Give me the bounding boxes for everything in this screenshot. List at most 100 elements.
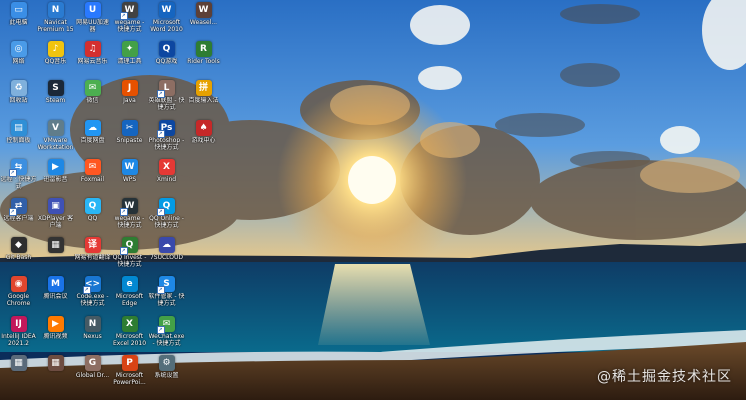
desktop-icon-wegame[interactable]: W ↗ wegame - 快捷方式 [111,2,148,40]
desktop-icon-lol[interactable]: L ↗ 英雄联盟 - 快捷方式 [148,80,185,118]
settings-icon: ⚙ [158,354,175,371]
desktop-icon-remote-desktop[interactable]: ⇆ ↗ 远程 · 快捷方式 [0,158,37,197]
desktop-icon-label: 英雄联盟 - 快捷方式 [148,97,185,112]
desktop-icon-label: 清理工具 [117,58,142,66]
desktop-icon-vmware[interactable]: V VMware Workstation [37,119,74,158]
desktop-icon-snipaste[interactable]: ✂ Snipaste [111,119,148,158]
desktop-icon-java[interactable]: J Java [111,80,148,118]
app-icon: ▦ [47,354,64,371]
desktop-icon-remote-client[interactable]: ⇄ ↗ 远程客户端 [0,198,37,236]
desktop-icon-qq[interactable]: Q QQ [74,198,111,236]
desktop-icon-wechat[interactable]: ✉ 微信 [74,80,111,118]
steam-icon: S [47,80,64,97]
desktop-icon-label: VMware Workstation [37,136,74,151]
desktop-icon-label: 7SUCLOUD [149,254,184,262]
tencent-meeting-icon: M [47,276,64,293]
desktop-icon-label: Photoshop - 快捷方式 [148,136,185,151]
desktop-icon-photoshop[interactable]: Ps ↗ Photoshop - 快捷方式 [148,119,185,158]
excel-icon: X [121,315,138,332]
qq-invest-icon: Q ↗ [119,237,138,256]
desktop-icon-qq-game[interactable]: Q QQ游戏 [148,41,185,79]
desktop-icon-cleaner[interactable]: ✦ 清理工具 [111,41,148,79]
desktop-icon-wegame[interactable]: W ↗ wegame - 快捷方式 [111,198,148,236]
desktop-icon-settings[interactable]: ⚙ 系统设置 [148,354,185,393]
desktop-icon-software-manager[interactable]: S ↗ 软件管家 - 快捷方式 [148,276,185,314]
shortcut-arrow-icon: ↗ [156,286,165,295]
desktop-icon-control-panel[interactable]: ▤ 控制面板 [0,119,37,158]
desktop-icon-powerpoint[interactable]: P Microsoft PowerPoi... [111,354,148,393]
desktop-icon-tencent-video[interactable]: ▶ 腾讯视频 [37,315,74,354]
desktop-icon-computer[interactable]: ▭ 此电脑 [0,2,37,40]
desktop-icon-tencent-meeting[interactable]: M 腾讯会议 [37,276,74,314]
desktop-icon-excel[interactable]: X Microsoft Excel 2010 [111,315,148,354]
desktop-icon-network[interactable]: ◎ 网络 [0,41,37,79]
qq-game-icon: Q [158,41,175,58]
desktop-icon-label: 软件管家 - 快捷方式 [148,293,185,308]
desktop-icon-qq-online[interactable]: Q ↗ QQ Online - 快捷方式 [148,198,185,236]
desktop-icon-grid: ▭ 此电脑 ◎ 网络 ♻ 回收站 ▤ 控制面板 ⇆ ↗ 远程 · 快捷方式 ⇄ ↗ 远程客户端 ◆ Git B… [0,0,220,400]
desktop-icon-label: Nexus [83,332,102,340]
desktop-icon-app[interactable]: ▦ [37,354,74,393]
lol-icon: L ↗ [156,80,175,99]
remote-desktop-icon: ⇆ ↗ [8,158,27,177]
java-icon: J [121,80,138,97]
shortcut-arrow-icon: ↗ [156,325,165,334]
desktop-icon-recycle-bin[interactable]: ♻ 回收站 [0,80,37,118]
desktop-icon-chrome[interactable]: ◉ Google Chrome [0,276,37,314]
git-bash-icon: ◆ [10,237,27,254]
desktop-icon-app[interactable]: ▦ [37,237,74,275]
desktop-icon-app[interactable]: ▦ [0,354,37,393]
desktop-icon-baidu-netdisk[interactable]: ☁ 百度网盘 [74,119,111,158]
desktop-icon-youdao[interactable]: 译网易有道翻译 [74,237,111,275]
desktop-icon-foxmail[interactable]: ✉ Foxmail [74,158,111,197]
global-icon: G [84,354,101,371]
desktop-icon-weasel[interactable]: W Weasel... [185,2,222,40]
desktop-icon-label: Navicat Premium 15 [37,19,74,33]
desktop-icon-xmind[interactable]: X Xmind [148,158,185,197]
shortcut-arrow-icon: ↗ [119,208,128,216]
desktop-icon-rider[interactable]: R Rider Tools [185,41,222,79]
network-icon: ◎ [10,41,27,58]
desktop-icon-wps[interactable]: W WPS [111,158,148,197]
desktop-icon-label: Google Chrome [6,293,31,308]
desktop-icon-navicat[interactable]: N Navicat Premium 15 [37,2,74,40]
desktop-icon-label: 网络 [12,58,25,66]
desktop-icon-qq-music[interactable]: ♪ QQ音乐 [37,41,74,79]
shortcut-arrow-icon: ↗ [119,247,128,256]
desktop-icon-edge[interactable]: e Microsoft Edge [111,276,148,314]
desktop-icon-label: QQ Invest - 快捷方式 [112,254,147,269]
xdplayer-icon: ▣ [47,198,64,214]
desktop-icon-game-center[interactable]: ♠ 游戏中心 [185,119,222,158]
vmware-icon: V [47,119,64,136]
desktop-icon-label: 腾讯视频 [43,332,68,340]
shortcut-arrow-icon: ↗ [156,208,165,216]
wegame-icon: W ↗ [119,2,138,20]
desktop-icon-vscode[interactable]: <> ↗ Code.exe - 快捷方式 [74,276,111,314]
rider-icon: R [195,41,212,58]
snipaste-icon: ✂ [121,119,138,136]
desktop-icon-intellij[interactable]: IJ IntelliJ IDEA 2021.2 [0,315,37,354]
desktop-icon-qq-invest[interactable]: Q ↗ QQ Invest - 快捷方式 [111,237,148,275]
desktop-icon-git-bash[interactable]: ◆ Git Bash [0,237,37,275]
desktop-icon-video-player[interactable]: ▶ 迅雷影音 [37,158,74,197]
desktop-icon-label: 系统设置 [154,371,179,379]
qq-icon: Q [84,198,101,214]
desktop[interactable]: ▭ 此电脑 ◎ 网络 ♻ 回收站 ▤ 控制面板 ⇆ ↗ 远程 · 快捷方式 ⇄ ↗ 远程客户端 ◆ Git B… [0,0,746,400]
shortcut-arrow-icon: ↗ [8,168,17,177]
desktop-icon-wechat[interactable]: ✉ ↗ WeChat.exe - 快捷方式 [148,315,185,354]
watermark: @稀土掘金技术社区 [597,369,732,385]
desktop-icon-global[interactable]: G Global Dr... [74,354,111,393]
photoshop-icon: Ps ↗ [156,119,175,138]
desktop-icon-cloud[interactable]: ☁ 7SUCLOUD [148,237,185,275]
desktop-icon-nexus[interactable]: N Nexus [74,315,111,354]
desktop-icon-xdplayer[interactable]: ▣ XDPlayer 客户端 [37,198,74,236]
desktop-icon-label: 回收站 [9,97,28,105]
desktop-icon-label: Weasel... [189,19,218,26]
desktop-icon-steam[interactable]: S Steam [37,80,74,118]
wechat-icon: ✉ ↗ [156,315,175,334]
desktop-icon-word[interactable]: W Microsoft Word 2010 [148,2,185,40]
desktop-icon-uu-booster[interactable]: U 网易UU加速器 [74,2,111,40]
desktop-icon-netease-music[interactable]: ♫ 网易云音乐 [74,41,111,79]
desktop-icon-input-method[interactable]: 拼百度输入法 [185,80,222,118]
desktop-icon-label: WPS [122,175,137,183]
